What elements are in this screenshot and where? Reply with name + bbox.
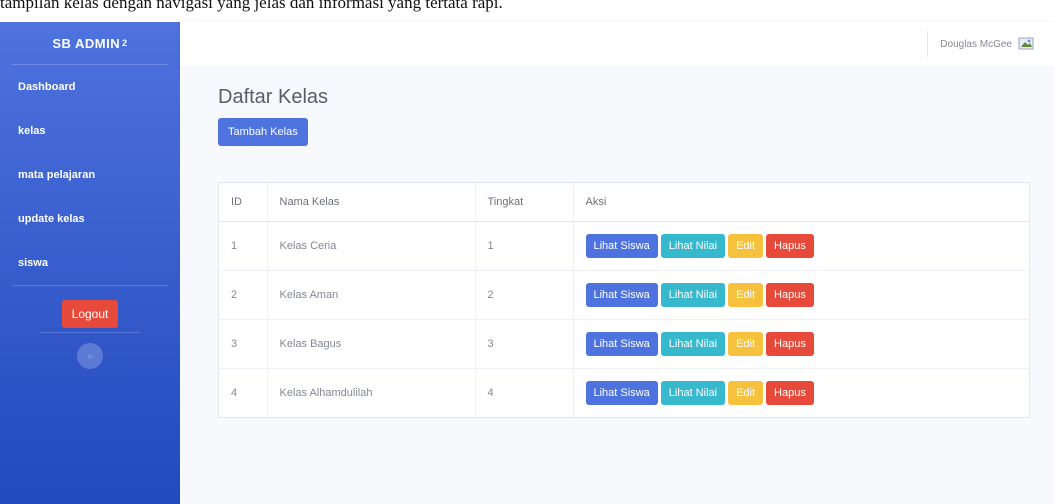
sidebar-divider [12,285,168,286]
column-header-id: ID [219,183,268,222]
cell-name: Kelas Ceria [267,221,476,270]
sidebar-item-kelas[interactable]: kelas [0,109,180,153]
sidebar: SB ADMIN 2 Dashboard kelas mata pelajaran… [0,22,180,504]
topbar: Douglas McGee [180,22,1054,66]
cell-actions: Lihat Siswa Lihat Nilai Edit Hapus [573,367,1029,417]
logout-button[interactable]: Logout [61,300,119,328]
sidebar-toggle-button[interactable]: ○ [77,343,103,369]
sidebar-item-label: update kelas [18,213,85,225]
table-row: 3 Kelas Bagus 3 Lihat Siswa Lihat Nilai Ed… [219,318,1029,368]
delete-button[interactable]: Hapus [766,282,814,307]
sidebar-item-label: siswa [18,257,48,269]
cell-level: 3 [475,318,574,368]
topbar-divider [927,31,929,57]
table-header-row: ID Nama Kelas Tingkat Aksi [219,183,1029,222]
broken-image-icon [1018,37,1034,50]
cell-id: 1 [219,221,268,270]
cell-level: 1 [475,221,574,270]
delete-button[interactable]: Hapus [766,380,814,405]
chevron-left-icon: ○ [87,351,93,361]
cell-level: 4 [475,367,574,417]
class-table: ID Nama Kelas Tingkat Aksi 1 Kelas Ceria… [219,183,1029,417]
edit-button[interactable]: Edit [728,380,764,405]
delete-button[interactable]: Hapus [766,331,814,356]
user-name[interactable]: Douglas McGee [940,39,1012,50]
brand-name: SB ADMIN [52,35,121,51]
view-grades-button[interactable]: Lihat Nilai [660,282,726,307]
column-header-level: Tingkat [475,183,574,222]
sidebar-item-update-kelas[interactable]: update kelas [0,197,180,241]
edit-button[interactable]: Edit [728,233,764,258]
cell-name: Kelas Alhamdulilah [267,367,476,417]
sidebar-item-siswa[interactable]: siswa [0,241,180,285]
caption-text: tampilan kelas dengan navigasi yang jela… [0,0,1054,16]
class-table-card: ID Nama Kelas Tingkat Aksi 1 Kelas Ceria… [218,182,1030,418]
column-header-name: Nama Kelas [267,183,476,222]
table-row: 2 Kelas Aman 2 Lihat Siswa Lihat Nilai Edi… [219,269,1029,319]
view-students-button[interactable]: Lihat Siswa [585,331,658,356]
avatar[interactable] [1018,37,1036,51]
sidebar-item-mata-pelajaran[interactable]: mata pelajaran [0,153,180,197]
cell-level: 2 [475,269,574,319]
edit-button[interactable]: Edit [728,282,764,307]
cell-name: Kelas Aman [267,269,476,319]
sidebar-item-dashboard[interactable]: Dashboard [0,65,180,109]
sidebar-brand[interactable]: SB ADMIN 2 [0,22,180,64]
cell-actions: Lihat Siswa Lihat Nilai Edit Hapus [573,221,1029,270]
view-students-button[interactable]: Lihat Siswa [585,282,658,307]
cell-id: 4 [219,367,268,417]
view-students-button[interactable]: Lihat Siswa [585,233,658,258]
brand-version: 2 [122,38,128,48]
view-grades-button[interactable]: Lihat Nilai [660,380,726,405]
page-title: Daftar Kelas [218,86,329,108]
table-row: 1 Kelas Ceria 1 Lihat Siswa Lihat Nilai Ed… [219,221,1029,270]
view-grades-button[interactable]: Lihat Nilai [660,331,726,356]
main-content: Daftar Kelas Tambah Kelas ID Nama Kelas … [180,66,1054,504]
toggle-wrap: ○ [0,343,180,369]
cell-actions: Lihat Siswa Lihat Nilai Edit Hapus [573,269,1029,319]
view-students-button[interactable]: Lihat Siswa [585,380,658,405]
cell-id: 3 [219,318,268,368]
add-class-button[interactable]: Tambah Kelas [218,118,308,146]
column-header-actions: Aksi [573,183,1029,222]
table-row: 4 Kelas Alhamdulilah 4 Lihat Siswa Lihat … [219,367,1029,417]
cell-actions: Lihat Siswa Lihat Nilai Edit Hapus [573,318,1029,368]
view-grades-button[interactable]: Lihat Nilai [660,233,726,258]
sidebar-divider [40,332,140,333]
delete-button[interactable]: Hapus [766,233,814,258]
cell-id: 2 [219,269,268,319]
cell-name: Kelas Bagus [267,318,476,368]
sidebar-item-label: kelas [18,125,46,137]
sidebar-item-label: Dashboard [18,81,76,93]
logout-wrap: Logout [0,300,180,328]
edit-button[interactable]: Edit [728,331,764,356]
sidebar-item-label: mata pelajaran [18,169,96,181]
